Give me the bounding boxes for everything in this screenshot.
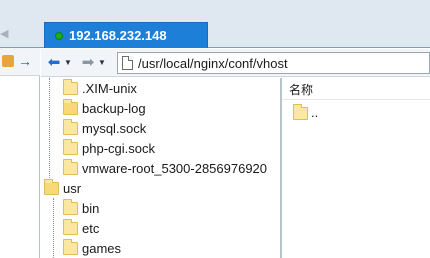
tree-item-games[interactable]: games: [41, 238, 280, 258]
folder-icon: [63, 139, 78, 155]
tree-item-php-cgi-sock[interactable]: php-cgi.sock: [41, 138, 280, 159]
folder-icon: [63, 199, 78, 215]
folder-icon: [63, 219, 78, 235]
remote-toolbar: ⬅ ▼ ➡ ▼: [41, 49, 430, 77]
column-header-name[interactable]: 名称: [289, 81, 313, 98]
folder-icon: [63, 99, 78, 115]
back-arrow-icon[interactable]: ⬅: [45, 53, 63, 73]
document-icon: [122, 56, 133, 70]
folder-icon: [63, 159, 78, 175]
tree-item-backup-log[interactable]: backup-log: [41, 98, 280, 119]
tree-item-xim-unix[interactable]: .XIM-unix: [41, 78, 280, 99]
tab-strip: ◀ ▶ 192.168.232.148: [0, 0, 430, 60]
session-tab-label: 192.168.232.148: [69, 28, 167, 43]
back-dropdown-icon[interactable]: ▼: [63, 53, 73, 73]
forward-arrow-icon[interactable]: ➡: [79, 53, 97, 73]
forward-dropdown-icon[interactable]: ▼: [97, 53, 107, 73]
path-input[interactable]: [138, 54, 428, 72]
list-header: 名称: [282, 78, 430, 100]
folder-icon: [63, 79, 78, 95]
connected-status-icon: [55, 32, 63, 40]
directory-tree[interactable]: .XIM-unix backup-log mysql.sock php-cgi.…: [41, 78, 281, 258]
tree-item-mysql-sock[interactable]: mysql.sock: [41, 118, 280, 139]
folder-open-icon: [44, 179, 59, 195]
session-tab[interactable]: 192.168.232.148: [44, 22, 208, 48]
file-list[interactable]: 名称 ..: [282, 78, 430, 258]
tab-scroll-arrows[interactable]: ◀ ▶: [0, 24, 24, 60]
local-pane: →: [0, 48, 40, 258]
tree-item-etc[interactable]: etc: [41, 218, 280, 239]
folder-icon: [293, 104, 308, 120]
path-bar[interactable]: [117, 52, 430, 74]
folder-icon: [63, 119, 78, 135]
tree-item-vmware-root[interactable]: vmware-root_5300-2856976920: [41, 158, 280, 179]
list-item-parent-dir[interactable]: ..: [282, 102, 430, 124]
tree-item-bin[interactable]: bin: [41, 198, 280, 219]
local-folder-icon[interactable]: [2, 55, 14, 67]
folder-icon: [63, 239, 78, 255]
local-forward-icon[interactable]: →: [18, 53, 32, 69]
local-toolbar: →: [0, 48, 40, 76]
tree-item-usr[interactable]: usr: [41, 178, 280, 199]
